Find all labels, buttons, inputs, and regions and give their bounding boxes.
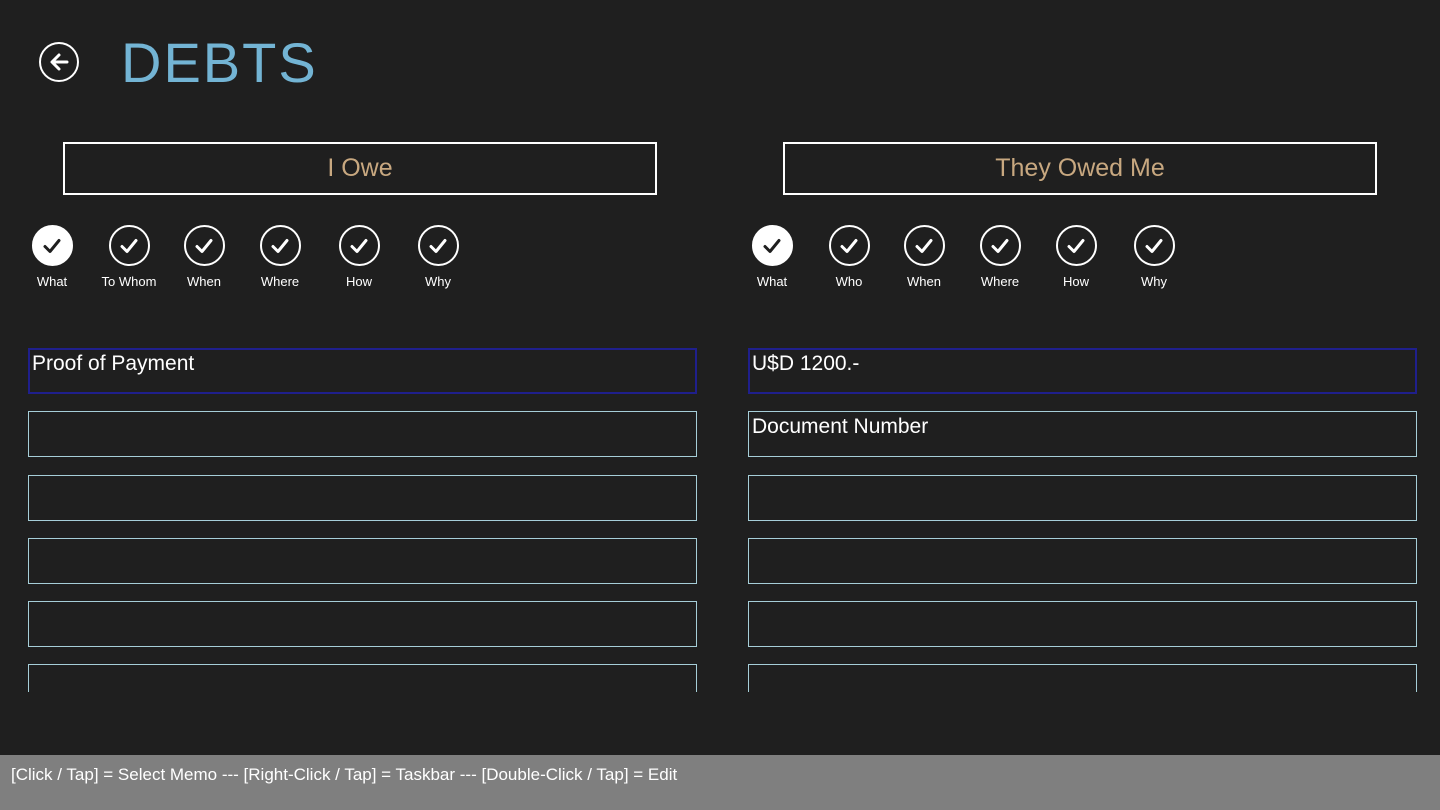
memo-field[interactable]: Document Number: [748, 411, 1417, 457]
check-when[interactable]: When: [164, 225, 244, 289]
check-how[interactable]: How: [1036, 225, 1116, 289]
memo-field[interactable]: [748, 538, 1417, 584]
checkmark-icon: [183, 225, 225, 266]
checkmark-icon: [903, 225, 945, 266]
check-who[interactable]: Who: [809, 225, 889, 289]
they-owed-me-tab[interactable]: They Owed Me: [783, 142, 1377, 195]
they-owed-me-memo-list: U$D 1200.- Document Number: [748, 348, 1418, 692]
checkmark-icon: [108, 225, 150, 266]
checkmark-icon: [979, 225, 1021, 266]
memo-field[interactable]: Proof of Payment: [28, 348, 697, 394]
page-title: DEBTS: [121, 31, 318, 94]
check-label: To Whom: [101, 274, 157, 289]
check-label: Why: [425, 274, 451, 289]
memo-field[interactable]: [28, 664, 697, 692]
back-button[interactable]: [39, 42, 79, 82]
memo-field[interactable]: [748, 475, 1417, 521]
check-label: When: [907, 274, 941, 289]
check-when[interactable]: When: [884, 225, 964, 289]
check-label: How: [1062, 274, 1089, 289]
check-to-whom[interactable]: To Whom: [89, 225, 169, 289]
check-where[interactable]: Where: [240, 225, 320, 289]
checkmark-icon: [31, 225, 73, 266]
check-what[interactable]: What: [732, 225, 812, 289]
check-label: What: [756, 274, 788, 289]
check-label: What: [36, 274, 68, 289]
checkmark-icon: [338, 225, 380, 266]
checkmark-icon: [828, 225, 870, 266]
check-what[interactable]: What: [12, 225, 92, 289]
check-why[interactable]: Why: [1114, 225, 1194, 289]
check-label: How: [345, 274, 372, 289]
check-why[interactable]: Why: [398, 225, 478, 289]
memo-field[interactable]: [28, 538, 697, 584]
check-where[interactable]: Where: [960, 225, 1040, 289]
check-label: When: [187, 274, 221, 289]
checkmark-icon: [751, 225, 793, 266]
memo-field[interactable]: [28, 411, 697, 457]
arrow-left-icon: [50, 53, 69, 71]
checkmark-icon: [259, 225, 301, 266]
status-bar: [Click / Tap] = Select Memo --- [Right-C…: [0, 755, 1440, 810]
check-how[interactable]: How: [319, 225, 399, 289]
checkmark-icon: [1133, 225, 1175, 266]
checkmark-icon: [417, 225, 459, 266]
check-label: Who: [835, 274, 863, 289]
i-owe-memo-list: Proof of Payment: [28, 348, 698, 692]
memo-field[interactable]: [28, 601, 697, 647]
i-owe-tab[interactable]: I Owe: [63, 142, 657, 195]
check-label: Where: [260, 274, 300, 289]
checkmark-icon: [1055, 225, 1097, 266]
memo-field[interactable]: [748, 601, 1417, 647]
i-owe-check-group: What To Whom When Where How Why: [28, 225, 698, 295]
status-hint-text: [Click / Tap] = Select Memo --- [Right-C…: [11, 765, 678, 784]
they-owed-me-check-group: What Who When Where How Why: [748, 225, 1418, 295]
memo-field[interactable]: U$D 1200.-: [748, 348, 1417, 394]
memo-field[interactable]: [748, 664, 1417, 692]
check-label: Where: [980, 274, 1020, 289]
check-label: Why: [1141, 274, 1167, 289]
memo-field[interactable]: [28, 475, 697, 521]
